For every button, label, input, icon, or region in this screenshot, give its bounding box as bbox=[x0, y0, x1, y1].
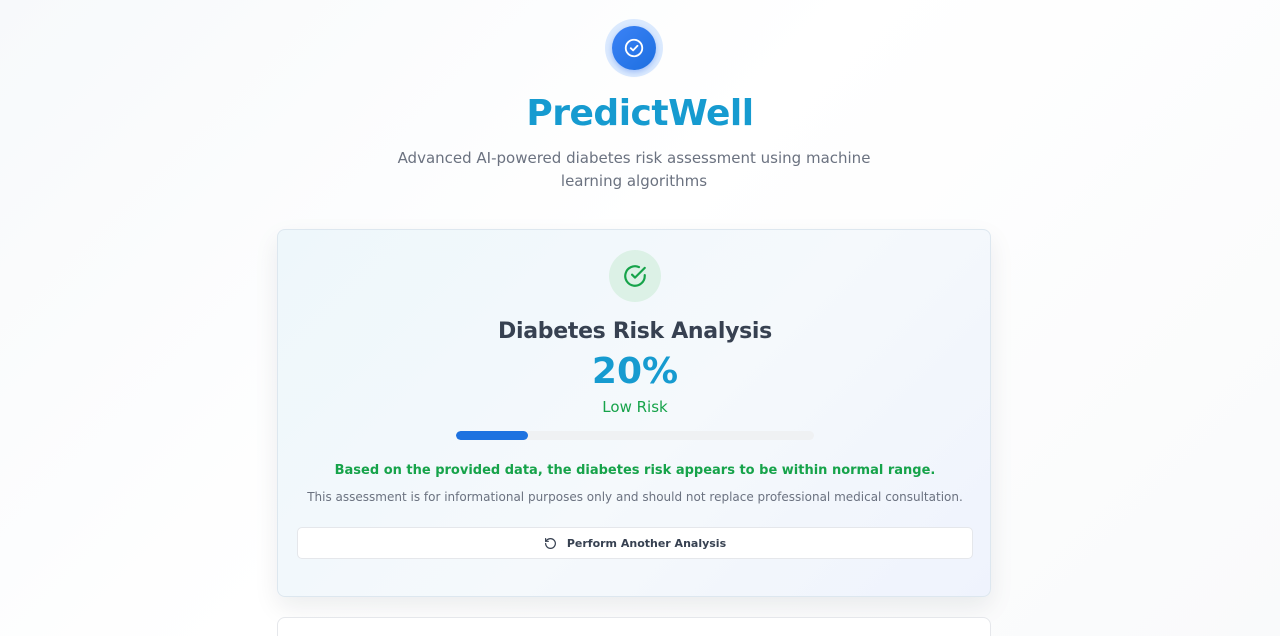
risk-progress-fill bbox=[456, 431, 528, 440]
check-circle-icon bbox=[612, 26, 656, 70]
perform-another-analysis-button[interactable]: Perform Another Analysis bbox=[297, 527, 973, 559]
disclaimer-text: This assessment is for informational pur… bbox=[307, 490, 963, 504]
app-subtitle: Advanced AI-powered diabetes risk assess… bbox=[397, 149, 871, 190]
result-card: Diabetes Risk Analysis 20% Low Risk Base… bbox=[277, 229, 991, 597]
risk-progress-bar bbox=[456, 431, 814, 440]
result-title: Diabetes Risk Analysis bbox=[498, 319, 772, 344]
app-title: PredictWell bbox=[526, 93, 754, 134]
check-circle-icon bbox=[609, 250, 661, 302]
page: PredictWell Advanced AI-powered diabetes… bbox=[0, 0, 1280, 636]
perform-another-analysis-label: Perform Another Analysis bbox=[566, 536, 727, 550]
risk-percentage: 20% bbox=[591, 351, 679, 392]
result-message: Based on the provided data, the diabetes… bbox=[334, 463, 936, 478]
secondary-card bbox=[277, 617, 991, 636]
logo bbox=[605, 19, 663, 77]
rotate-ccw-icon bbox=[544, 537, 557, 550]
risk-level-label: Low Risk bbox=[602, 398, 668, 416]
